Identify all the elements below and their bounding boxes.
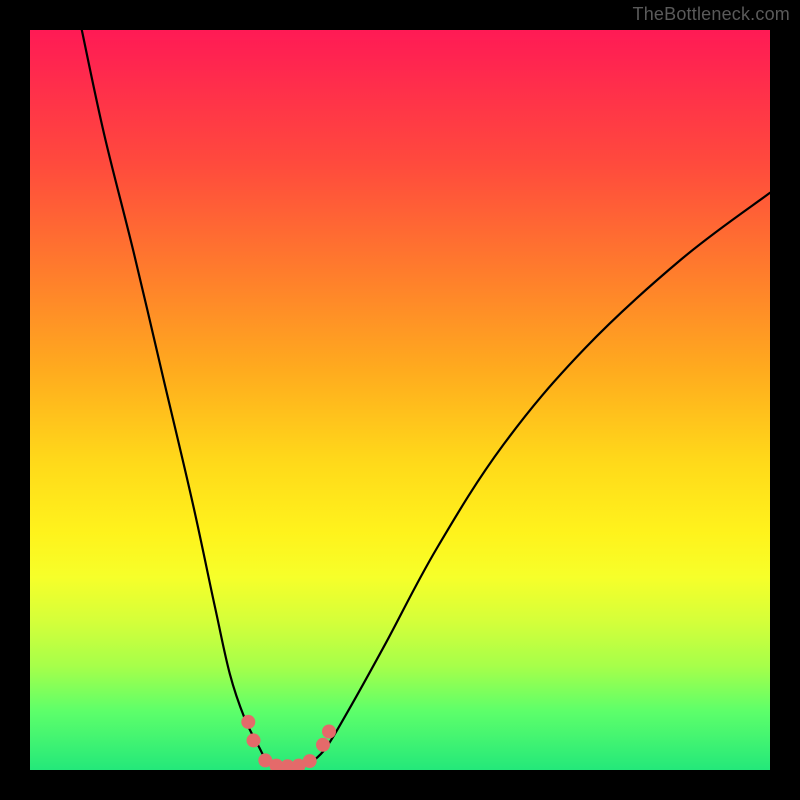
plot-area (30, 30, 770, 770)
highlight-marker (241, 715, 255, 729)
highlight-marker (247, 733, 261, 747)
highlight-marker (316, 738, 330, 752)
chart-frame: TheBottleneck.com (0, 0, 800, 800)
attribution-text: TheBottleneck.com (633, 4, 790, 25)
highlight-markers (241, 715, 336, 770)
highlight-marker (322, 725, 336, 739)
highlight-marker (303, 754, 317, 768)
marker-layer (30, 30, 770, 770)
